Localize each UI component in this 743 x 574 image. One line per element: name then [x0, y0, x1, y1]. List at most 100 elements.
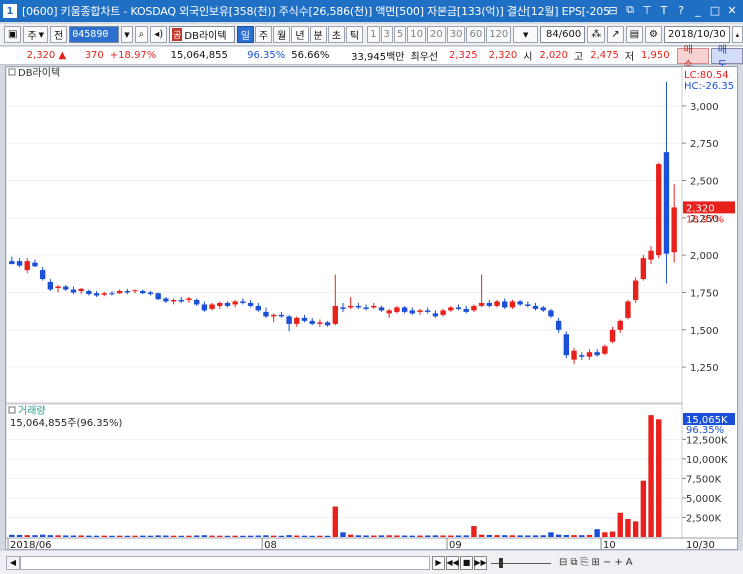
zoom-in-icon[interactable]: +	[614, 557, 622, 568]
candle-body	[63, 286, 69, 290]
maximize-icon[interactable]: □	[708, 3, 722, 17]
volume-bar	[186, 535, 192, 537]
split-view-icon[interactable]: ⊟	[559, 557, 567, 568]
stock-code-input[interactable]	[69, 26, 120, 43]
triangle-left-icon: ◀	[9, 558, 17, 567]
candle-body	[525, 304, 531, 306]
search-button[interactable]: ⌕	[134, 26, 149, 43]
candle-body	[509, 301, 516, 308]
stop-icon[interactable]: ■	[460, 555, 473, 570]
interval-button-10[interactable]: 10	[407, 26, 426, 43]
volume-bar	[432, 535, 439, 537]
period-tab-2[interactable]: 월	[273, 26, 291, 43]
font-size-icon[interactable]: A	[626, 557, 633, 568]
zoom-slider[interactable]	[491, 556, 551, 570]
candle-body	[224, 302, 231, 306]
price-tick-label: 1,750	[690, 288, 719, 299]
zoom-out-icon[interactable]: −	[603, 557, 611, 568]
interval-button-1[interactable]: 1	[367, 26, 380, 43]
horizontal-scrollbar[interactable]	[20, 555, 430, 570]
candle-body	[401, 307, 408, 312]
volume-bar	[532, 535, 539, 537]
jeon-selector[interactable]: 전	[50, 26, 68, 43]
scroll-left-button[interactable]: ◀	[6, 555, 20, 570]
print-button[interactable]: ⚙	[645, 26, 663, 43]
indicator-icon: ⁂	[591, 29, 602, 40]
candle-body	[116, 291, 123, 294]
buy-button[interactable]: 매수	[676, 45, 709, 71]
current-price-tag-text: 2,320	[686, 203, 715, 214]
pin-icon[interactable]: ⊤	[640, 3, 654, 17]
sell-button[interactable]: 매도	[710, 45, 743, 71]
scale-icon[interactable]: ⊞	[592, 557, 600, 568]
window-number[interactable]: 1	[3, 4, 17, 18]
link-icon[interactable]: ⊟	[606, 3, 620, 17]
period-tab-0[interactable]: 일	[236, 26, 254, 43]
volume-bar	[70, 535, 77, 537]
low-price: 1,950	[641, 50, 670, 61]
period-tab-6[interactable]: 틱	[345, 26, 364, 43]
candle-body	[124, 291, 131, 293]
candle-body	[502, 301, 508, 308]
line-tool-button[interactable]: ↗	[607, 26, 624, 43]
candle-body	[648, 250, 654, 260]
current-price: 2,320 ▲	[26, 50, 67, 61]
interval-button-20[interactable]: 20	[426, 26, 446, 43]
rewind-icon[interactable]: ◀◀	[446, 555, 459, 570]
volume-bar	[93, 535, 100, 537]
candle-body	[24, 261, 30, 271]
volume-bar	[55, 535, 61, 537]
data-count-input[interactable]: 84/600	[540, 26, 586, 43]
forward-icon[interactable]: ▶▶	[474, 555, 487, 570]
text-icon[interactable]: T	[657, 3, 671, 17]
candle-body	[409, 310, 416, 314]
indicator-button[interactable]: ⁂	[587, 26, 606, 43]
interval-button-3[interactable]: 3	[380, 26, 393, 43]
x-tick-label: 08	[264, 540, 277, 549]
volume-bar	[625, 519, 631, 537]
interval-button-30[interactable]: 30	[446, 26, 466, 43]
candle-body	[632, 280, 639, 300]
copy-icon[interactable]: ⎘	[581, 557, 589, 568]
minimize-icon[interactable]: _	[691, 3, 705, 17]
period-tab-1[interactable]: 주	[254, 26, 273, 43]
type-selector[interactable]: 주 ▼	[23, 26, 49, 43]
current-pct-tag: 18.97%	[686, 214, 724, 225]
volume-bar	[455, 535, 462, 537]
candle-body	[209, 304, 215, 309]
chart-area[interactable]: 3,000 2,750 2,500 2,250 2,000 1,750 1,500 1,250…	[5, 66, 738, 551]
stock-chart[interactable]: 3,0002,7502,5002,2502,0001,7501,5001,250…	[5, 66, 737, 551]
volume-bar	[417, 535, 423, 537]
volume-bar	[632, 521, 639, 537]
play-icon[interactable]: ▶	[432, 555, 445, 570]
volume-bar	[371, 535, 377, 537]
chart-settings-button[interactable]: ▣	[4, 26, 22, 43]
price-tick-label: 2,750	[690, 139, 719, 150]
layout-icon[interactable]: ⧉	[623, 3, 637, 17]
candle-body	[378, 307, 385, 311]
volume-tick-label: 12,500K	[686, 435, 728, 446]
interval-button-5[interactable]: 5	[393, 26, 407, 43]
close-icon[interactable]: ✕	[725, 3, 739, 17]
sound-button[interactable]: ◂)	[150, 26, 168, 43]
period-tabs: 일주월년분초틱	[236, 26, 364, 43]
compare-icon[interactable]: ⧉	[570, 557, 577, 568]
period-tab-4[interactable]: 분	[309, 26, 327, 43]
code-dropdown-button[interactable]: ▼	[121, 26, 133, 43]
interval-dropdown[interactable]: ▼	[513, 26, 539, 43]
chart-toolbar: ▣ 주▼ 전 ▼ ⌕ ◂) 공 DB라이텍 일주월년분초틱 1351020306…	[0, 24, 743, 46]
volume-bar	[224, 535, 231, 537]
interval-button-120[interactable]: 120	[486, 26, 512, 43]
volume-bar	[517, 535, 523, 537]
candle-body	[93, 293, 100, 296]
price-tick-label: 1,250	[690, 363, 719, 374]
interval-button-60[interactable]: 60	[466, 26, 486, 43]
help-icon[interactable]: ?	[674, 3, 688, 17]
volume-bar	[348, 534, 354, 537]
turnover-pct: 56.66%	[291, 50, 330, 61]
price-change-pct: +18.97%	[109, 50, 157, 61]
save-button[interactable]: ▤	[625, 26, 644, 43]
zoom-slider-knob[interactable]	[499, 557, 503, 568]
period-tab-3[interactable]: 년	[291, 26, 309, 43]
period-tab-5[interactable]: 초	[327, 26, 345, 43]
